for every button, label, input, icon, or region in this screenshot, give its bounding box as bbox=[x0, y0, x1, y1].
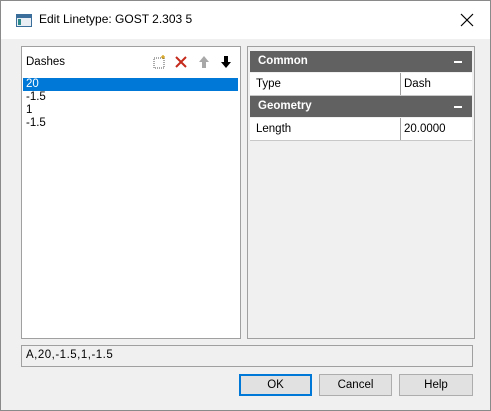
dashes-panel: Dashes 20 -1.5 1 -1.5 bbox=[21, 46, 241, 339]
window-title: Edit Linetype: GOST 2.303 5 bbox=[39, 12, 193, 26]
property-row-length[interactable]: Length 20.0000 bbox=[250, 118, 472, 141]
property-grid: Common Type Dash Geometry Length 20.0000 bbox=[247, 46, 475, 339]
property-name: Type bbox=[256, 78, 281, 90]
cancel-button[interactable]: Cancel bbox=[319, 374, 392, 396]
collapse-icon[interactable] bbox=[454, 106, 462, 108]
title-bar: Edit Linetype: GOST 2.303 5 bbox=[1, 1, 490, 39]
close-icon bbox=[460, 13, 474, 27]
property-value[interactable]: 20.0000 bbox=[400, 118, 472, 140]
delete-x-icon[interactable] bbox=[173, 54, 189, 70]
close-button[interactable] bbox=[444, 1, 490, 39]
list-item[interactable]: -1.5 bbox=[23, 91, 238, 104]
arrow-down-icon[interactable] bbox=[218, 54, 234, 70]
category-geometry[interactable]: Geometry bbox=[250, 96, 472, 117]
help-button[interactable]: Help bbox=[399, 374, 473, 396]
linetype-definition-field: A,20,-1.5,1,-1.5 bbox=[21, 345, 473, 367]
list-item[interactable]: 20 bbox=[23, 78, 238, 91]
ok-button[interactable]: OK bbox=[239, 374, 312, 396]
definition-text: A,20,-1.5,1,-1.5 bbox=[26, 349, 114, 361]
app-icon bbox=[16, 14, 32, 27]
category-label: Geometry bbox=[258, 100, 312, 112]
dashes-list[interactable]: 20 -1.5 1 -1.5 bbox=[22, 78, 240, 130]
list-item[interactable]: 1 bbox=[23, 104, 238, 117]
category-common[interactable]: Common bbox=[250, 51, 472, 72]
list-item[interactable]: -1.5 bbox=[23, 117, 238, 130]
property-row-type[interactable]: Type Dash bbox=[250, 73, 472, 96]
arrow-up-icon[interactable] bbox=[196, 54, 212, 70]
property-value[interactable]: Dash bbox=[400, 73, 472, 95]
collapse-icon[interactable] bbox=[454, 61, 462, 63]
property-name: Length bbox=[256, 123, 292, 135]
dashes-label: Dashes bbox=[26, 56, 65, 68]
new-item-icon[interactable] bbox=[151, 54, 167, 70]
category-label: Common bbox=[258, 55, 308, 67]
edit-linetype-dialog: Edit Linetype: GOST 2.303 5 Dashes 20 -1… bbox=[0, 0, 491, 411]
